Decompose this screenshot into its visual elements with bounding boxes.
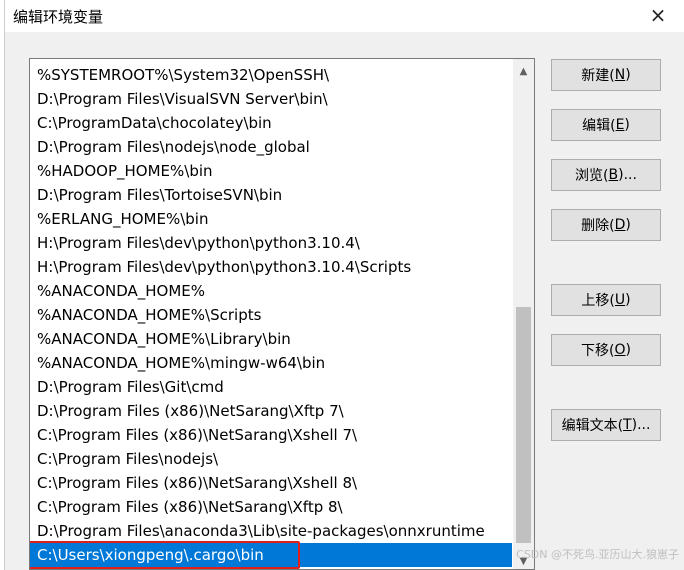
vertical-scrollbar[interactable]: ▲ ▼ [513, 59, 534, 569]
list-item-text: %ANACONDA_HOME%\mingw-w64\bin [37, 354, 326, 372]
list-item-text: C:\Program Files (x86)\NetSarang\Xftp 8\ [37, 498, 343, 516]
list-item[interactable]: D:\Program Files\nodejs\node_global [30, 135, 512, 159]
list-item-text: D:\Program Files\Git\cmd [37, 378, 224, 396]
close-icon[interactable]: × [643, 2, 673, 28]
list-item[interactable]: C:\Program Files (x86)\NetSarang\Xshell … [30, 423, 512, 447]
list-item[interactable]: %SYSTEMROOT%\System32\OpenSSH\ [30, 63, 512, 87]
list-item-text: D:\Program Files\nodejs\node_global [37, 138, 310, 156]
list-item[interactable]: C:\Program Files\nodejs\ [30, 447, 512, 471]
list-item-text: %ANACONDA_HOME%\Library\bin [37, 330, 291, 348]
edit-button[interactable]: 编辑(E) [551, 109, 661, 141]
browse-button[interactable]: 浏览(B)... [551, 159, 661, 191]
list-item[interactable]: D:\Program Files\VisualSVN Server\bin\ [30, 87, 512, 111]
list-item-text: %SYSTEMROOT%\System32\OpenSSH\ [37, 66, 330, 84]
path-list-rows: %SYSTEMROOT%\System32\OpenSSH\ D:\Program… [30, 63, 512, 569]
list-item[interactable]: %ANACONDA_HOME%\Library\bin [30, 327, 512, 351]
list-item[interactable]: D:\Program Files\anaconda3\Lib\site-pack… [30, 519, 512, 543]
delete-button[interactable]: 删除(D) [551, 209, 661, 241]
list-item-text: D:\Program Files\TortoiseSVN\bin [37, 186, 283, 204]
list-item-text: C:\Program Files (x86)\NetSarang\Xshell … [37, 426, 358, 444]
dialog-title: 编辑环境变量 [13, 8, 104, 26]
list-item[interactable]: %ANACONDA_HOME%\mingw-w64\bin [30, 351, 512, 375]
list-item-text: %ANACONDA_HOME% [37, 282, 206, 300]
move-down-button[interactable]: 下移(O) [551, 334, 661, 366]
list-item[interactable]: C:\Program Files (x86)\NetSarang\Xftp 8\ [30, 495, 512, 519]
list-item-text: H:\Program Files\dev\python\python3.10.4… [37, 258, 412, 276]
watermark: CSDN @不死鸟.亚历山大.狼崽子 [516, 548, 679, 561]
list-item-text: %HADOOP_HOME%\bin [37, 162, 213, 180]
list-item-text: %ERLANG_HOME%\bin [37, 210, 209, 228]
edit-text-button[interactable]: 编辑文本(T)... [551, 409, 661, 441]
list-item-text: C:\Program Files\nodejs\ [37, 450, 219, 468]
list-item-selected[interactable]: C:\Users\xiongpeng\.cargo\bin [30, 541, 512, 569]
list-item[interactable]: D:\Program Files (x86)\NetSarang\Xftp 7\ [30, 399, 512, 423]
highlight-box [30, 541, 300, 569]
path-list[interactable]: %SYSTEMROOT%\System32\OpenSSH\ D:\Program… [29, 58, 535, 570]
list-item[interactable]: %ERLANG_HOME%\bin [30, 207, 512, 231]
list-item[interactable]: D:\Program Files\Git\cmd [30, 375, 512, 399]
list-item[interactable]: %HADOOP_HOME%\bin [30, 159, 512, 183]
list-item[interactable]: C:\Program Files (x86)\NetSarang\Xshell … [30, 471, 512, 495]
new-button[interactable]: 新建(N) [551, 59, 661, 91]
title-bar: 编辑环境变量 × [5, 0, 684, 32]
list-item-text: D:\Program Files (x86)\NetSarang\Xftp 7\ [37, 402, 344, 420]
list-item-text: %ANACONDA_HOME%\Scripts [37, 306, 262, 324]
list-item-text: D:\Program Files\anaconda3\Lib\site-pack… [37, 522, 485, 540]
list-item-text: H:\Program Files\dev\python\python3.10.4… [37, 234, 360, 252]
list-item[interactable]: C:\ProgramData\chocolatey\bin [30, 111, 512, 135]
list-item[interactable]: %ANACONDA_HOME%\Scripts [30, 303, 512, 327]
list-item[interactable]: H:\Program Files\dev\python\python3.10.4… [30, 255, 512, 279]
move-up-button[interactable]: 上移(U) [551, 284, 661, 316]
list-item[interactable]: %ANACONDA_HOME% [30, 279, 512, 303]
list-item-text: C:\ProgramData\chocolatey\bin [37, 114, 272, 132]
list-item[interactable]: H:\Program Files\dev\python\python3.10.4… [30, 231, 512, 255]
list-item[interactable]: D:\Program Files\TortoiseSVN\bin [30, 183, 512, 207]
scroll-up-icon[interactable]: ▲ [513, 61, 534, 81]
list-item-text: C:\Program Files (x86)\NetSarang\Xshell … [37, 474, 358, 492]
scrollbar-thumb[interactable] [516, 307, 531, 543]
list-item-text: D:\Program Files\VisualSVN Server\bin\ [37, 90, 328, 108]
edit-env-variable-dialog: 编辑环境变量 × %SYSTEMROOT%\System32\OpenSSH\ D… [4, 0, 684, 570]
